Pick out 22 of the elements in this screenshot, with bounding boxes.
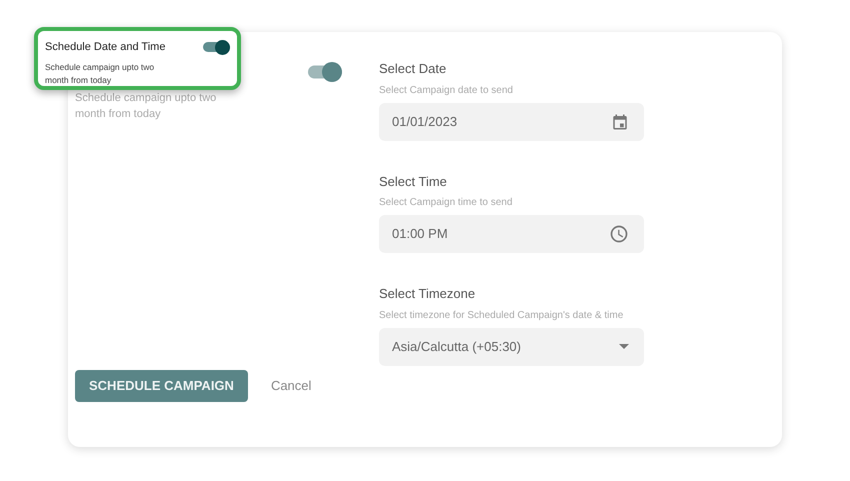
- field-label: Select Timezone: [379, 285, 476, 303]
- toggle-switch[interactable]: [308, 62, 342, 82]
- field-hint: Select timezone for Scheduled Campaign's date & time: [379, 308, 624, 322]
- field-label: Select Date: [379, 60, 448, 78]
- field-value: 01/01/2023: [392, 112, 458, 131]
- cancel-link[interactable]: Cancel: [270, 376, 312, 396]
- date-field[interactable]: 01/01/2023: [379, 102, 644, 140]
- timezone-dropdown[interactable]: Asia/Calcutta (+05:30): [379, 328, 644, 366]
- dropdown-caret-icon[interactable]: [619, 344, 629, 349]
- toggle-switch[interactable]: [203, 40, 230, 55]
- callout-description: Schedule campaign upto two month from today: [45, 60, 156, 86]
- calendar-icon[interactable]: [611, 112, 629, 130]
- time-field[interactable]: 01:00 PM: [379, 215, 644, 253]
- description: Schedule campaign upto two month from today: [75, 91, 218, 122]
- field-value: Asia/Calcutta (+05:30): [392, 338, 521, 356]
- field-value: 01:00 PM: [392, 225, 448, 244]
- clock-icon[interactable]: [609, 224, 629, 244]
- field-hint: Select Campaign time to send: [379, 196, 514, 210]
- field-hint: Select Campaign date to send: [379, 84, 514, 98]
- field-label: Select Time: [379, 172, 448, 190]
- callout-title: Schedule Date and Time: [45, 40, 166, 55]
- schedule-campaign-button[interactable]: SCHEDULE CAMPAIGN: [75, 370, 248, 402]
